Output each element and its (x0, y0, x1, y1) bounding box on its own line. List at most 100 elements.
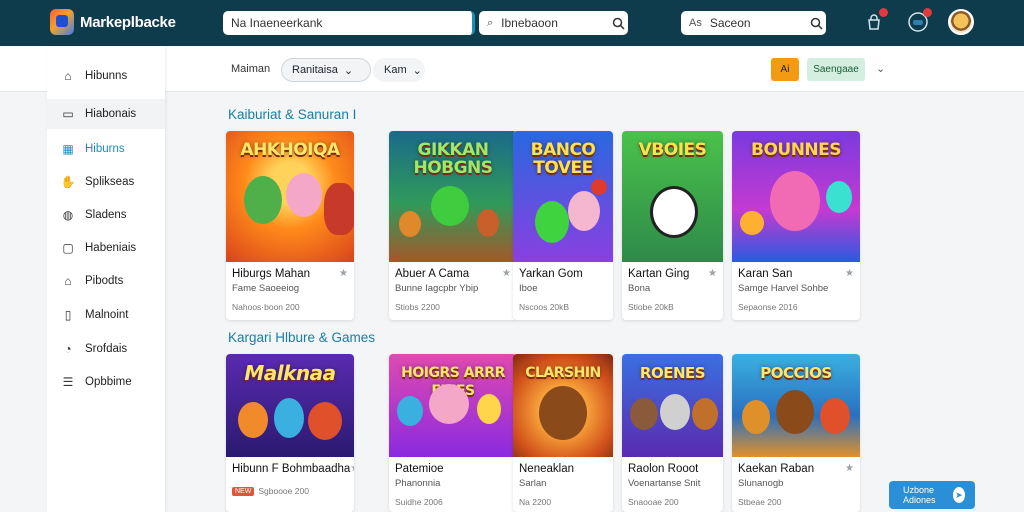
chat-button[interactable]: Uzbone Adiones ➤ (889, 481, 975, 509)
game-card[interactable]: BOUNNES Karan San ★ Samge Harvel Sohbe Se… (732, 131, 860, 320)
sidebar-item-grid[interactable]: ▦ Hiburns (47, 134, 165, 164)
home-icon: ⌂ (64, 69, 72, 83)
game-subtitle: Sarlan (519, 478, 547, 489)
main-search-input[interactable]: Na Inaeneerkank (223, 11, 475, 35)
game-card[interactable]: HOIGRS ARRR EUIES Patemioe Phanonnia Sui… (389, 354, 517, 512)
save-button[interactable]: Saengaae (807, 58, 865, 81)
chevron-down-icon: ⌄ (343, 64, 354, 77)
game-title: Hibunn F Bohmbaadha (232, 463, 351, 475)
sidebar-item-label: Hiabonais (85, 108, 137, 120)
game-title: Kaekan Raban (738, 463, 815, 475)
game-title: Patemioe (395, 463, 444, 475)
sidebar-item-documents[interactable]: ▭ Hiabonais (47, 99, 165, 129)
game-card[interactable]: AHKHOIQA Hiburgs Mahan ★ Fame Saoeeiog Na… (226, 131, 354, 320)
right-search-prefix: As (689, 17, 702, 29)
game-art-title: CLARSHIN (525, 365, 601, 381)
game-card[interactable]: GIKKAN HOBGNS Abuer A Cama ★ Bunne Iagcpb… (389, 131, 517, 320)
avatar[interactable] (948, 9, 974, 35)
gamepad-icon[interactable] (904, 8, 932, 36)
category-filter-value: Ranitaisa (292, 64, 338, 76)
notification-dot (923, 8, 932, 17)
game-meta: Suidhe 2006 (395, 497, 443, 507)
sort-filter-value: Kam (384, 64, 407, 76)
game-title: Hiburgs Mahan (232, 268, 310, 280)
sidebar-item-house[interactable]: ⌂ Pibodts (47, 266, 165, 296)
star-icon[interactable]: ★ (350, 463, 354, 475)
highlight-button[interactable]: Ai (771, 58, 799, 81)
sidebar-item-list[interactable]: ☰ Opbbime (47, 367, 165, 397)
game-card[interactable]: POCCIOS Kaekan Raban ★ Slunanogb Stbeae 2… (732, 354, 860, 512)
search-icon[interactable] (608, 17, 628, 30)
game-thumbnail: BANCO TOVEE (513, 131, 613, 262)
game-meta: Sgboooe 200 (258, 486, 309, 496)
game-card[interactable]: ROENES Raolon Rooot Voenartanse Snit Sna… (622, 354, 723, 512)
sidebar-item-label: Hiburns (85, 143, 125, 155)
secondary-search-prefix: ⌕ (487, 16, 494, 29)
game-card[interactable]: Malknaa Hibunn F Bohmbaadha★ NEWSgboooe … (226, 354, 354, 512)
sidebar-item-globe[interactable]: ◍ Sladens (47, 200, 165, 230)
game-meta: Nahoos·boon 200 (232, 302, 300, 312)
game-subtitle: Slunanogb (738, 478, 784, 489)
star-icon[interactable]: ★ (708, 268, 717, 280)
game-art-title: ROENES (639, 364, 706, 382)
game-subtitle: Phanonnia (395, 478, 441, 489)
tablet-icon: ▯ (64, 308, 72, 322)
game-subtitle: Bona (628, 283, 651, 294)
star-icon[interactable]: ★ (845, 268, 854, 280)
game-subtitle: Voenartanse Snit (628, 478, 701, 489)
bag-icon[interactable] (860, 8, 888, 36)
game-subtitle: Iboe (519, 283, 538, 294)
game-thumbnail: VBOIES (622, 131, 723, 262)
sidebar-item-chart[interactable]: ◔ Srofdais (47, 334, 165, 364)
game-title: Raolon Rooot (628, 463, 699, 475)
sidebar-item-label: Srofdais (85, 343, 128, 355)
game-title: Karan San (738, 268, 793, 280)
sidebar-item-hand[interactable]: ✋ Splikseas (47, 167, 165, 197)
brand[interactable]: Markeplbacke (50, 7, 176, 37)
globe-icon: ◍ (62, 208, 74, 222)
top-navigation-bar: Markeplbacke Na Inaeneerkank ⌕ Ibnebaoon… (0, 0, 1024, 46)
sidebar: ⌂ Hibunns ▭ Hiabonais ▦ Hiburns ✋ Spliks… (47, 46, 165, 512)
house-icon: ⌂ (64, 274, 72, 288)
game-thumbnail: GIKKAN HOBGNS (389, 131, 517, 262)
game-art-title: BOUNNES (750, 140, 842, 160)
game-art-title: BANCO TOVEE (530, 140, 596, 178)
game-thumbnail: POCCIOS (732, 354, 860, 457)
secondary-search-input[interactable]: ⌕ Ibnebaoon (479, 11, 628, 35)
sidebar-item-home[interactable]: ⌂ Hibunns (47, 61, 165, 91)
game-thumbnail: BOUNNES (732, 131, 860, 262)
game-card[interactable]: CLARSHIN Neneaklan Sarlan Na 2200 (513, 354, 613, 512)
category-filter-dropdown[interactable]: Ranitaisa ⌄ (281, 58, 371, 82)
star-icon[interactable]: ★ (339, 268, 348, 280)
game-meta: Snaooae 200 (628, 497, 679, 507)
game-card[interactable]: VBOIES Kartan Ging ★ Bona Stiobe 20kB (622, 131, 723, 320)
sidebar-item-label: Opbbime (85, 376, 132, 388)
right-search-input[interactable]: As Saceon (681, 11, 826, 35)
sidebar-item-square[interactable]: ▢ Habeniais (47, 233, 165, 263)
header-actions (860, 8, 974, 36)
game-art-title: VBOIES (638, 140, 707, 160)
game-meta: Sepaonse 2016 (738, 302, 798, 312)
star-icon[interactable]: ★ (845, 463, 854, 475)
sidebar-item-label: Sladens (85, 209, 127, 221)
game-title: Kartan Ging (628, 268, 690, 280)
search-icon[interactable] (806, 17, 826, 30)
chevron-down-icon[interactable]: ⌄ (876, 62, 885, 75)
sidebar-item-label: Hibunns (85, 70, 128, 82)
game-thumbnail: ROENES (622, 354, 723, 457)
game-title: Abuer A Cama (395, 268, 470, 280)
game-thumbnail: Malknaa (226, 354, 354, 457)
game-subtitle: Bunne Iagcpbr Ybip (395, 283, 479, 294)
game-meta: Stiobe 20kB (628, 302, 674, 312)
sidebar-item-tablet[interactable]: ▯ Malnoint (47, 300, 165, 330)
chevron-down-icon: ⌄ (412, 64, 422, 77)
document-icon: ▭ (62, 107, 74, 121)
section-title: Kargari Hlbure & Games (228, 330, 376, 345)
game-subtitle: Samge Harvel Sohbe (738, 283, 829, 294)
game-art-title: AHKHOIQA (240, 140, 340, 160)
game-card[interactable]: BANCO TOVEE Yarkan Gom Iboe Nscoos 20kB (513, 131, 613, 320)
sidebar-item-label: Habeniais (85, 242, 137, 254)
star-icon[interactable]: ★ (502, 268, 511, 280)
game-meta: Stiobs 2200 (395, 302, 440, 312)
sort-filter-dropdown[interactable]: Kam ⌄ (373, 58, 425, 82)
